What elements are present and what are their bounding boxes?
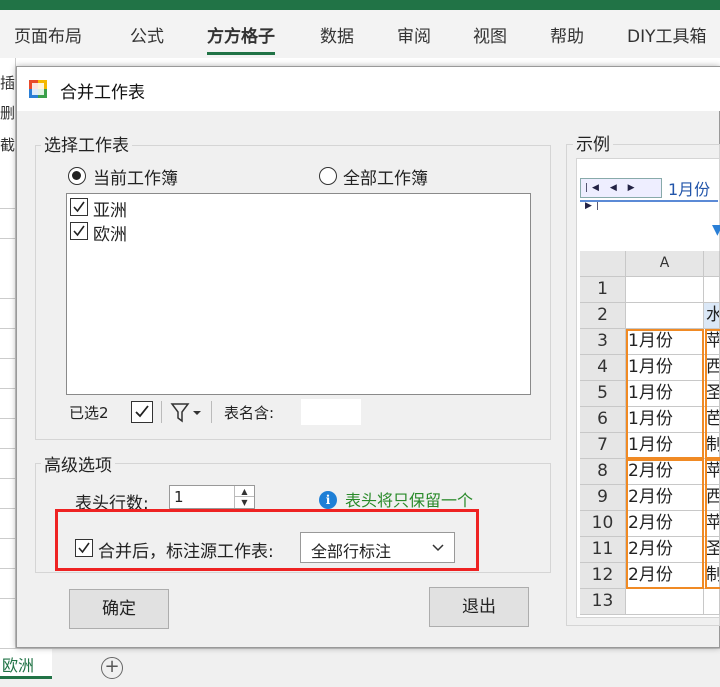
ribbon-glyph-cut: 截 [0,136,16,154]
cell-b [704,589,720,615]
row-number: 13 [580,589,626,615]
check-icon [73,225,85,237]
name-contains-label: 表名含: [224,404,275,422]
row-number: 9 [580,485,626,511]
group-outline-january [626,329,704,459]
tab-review[interactable]: 审阅 [397,22,431,47]
tab-diy-toolbox[interactable]: DIY工具箱 [627,22,707,47]
sheet-list-item-asia[interactable]: 亚洲 [93,196,127,221]
row-number: 1 [580,277,626,303]
mark-source-checkbox[interactable] [75,539,93,557]
ribbon-glyph-delete: 删 [0,104,16,122]
sheet-checkbox-asia[interactable] [70,198,88,216]
radio-current-workbook-label: 当前工作簿 [93,169,178,189]
selected-count-label: 已选2 [69,404,109,422]
check-icon [73,201,85,213]
app-icon [29,80,47,98]
column-header-b [704,251,720,277]
radio-all-workbooks[interactable] [319,167,337,185]
cell-a [626,277,704,303]
example-sheet-tab: 1月份 [668,180,711,199]
row-number: 6 [580,407,626,433]
filter-icon[interactable] [170,402,204,424]
tab-page-layout[interactable]: 页面布局 [14,22,82,47]
group-outline-february [626,459,704,589]
ribbon-glyph-insert: 插 [0,74,16,92]
sheet-nav-underline [580,200,718,202]
cursor-icon: ▼ [712,222,720,238]
chevron-down-icon [432,544,444,552]
stepper-buttons[interactable]: ▲ ▼ [234,486,254,508]
row-number: 2 [580,303,626,329]
row-number: 3 [580,329,626,355]
sheet-list[interactable]: 亚洲 欧洲 [66,193,531,395]
sheet-tab-europe[interactable]: 欧洲 [0,649,52,679]
radio-all-workbooks-label: 全部工作簿 [343,169,428,189]
header-info-text: 表头将只保留一个 [345,491,474,510]
column-header-a: A [626,251,704,277]
mark-source-label: 合并后，标注源工作表: [98,542,274,562]
group-outline-february-b [705,459,720,589]
sheet-nav-bar: |◀ ◀ ▶ ▶| 1月份 [580,176,718,211]
tab-fangfang-gezi[interactable]: 方方格子 [207,22,275,55]
select-all-checkbox-icon[interactable] [131,401,153,423]
name-contains-input[interactable] [301,399,361,425]
sheet-list-toolbar: 已选2 表名含: [66,397,531,427]
tab-help[interactable]: 帮助 [550,22,584,47]
radio-current-workbook[interactable] [68,167,86,185]
dialog-title: 合并工作表 [60,83,145,103]
ok-button[interactable]: 确定 [69,589,169,629]
tab-data[interactable]: 数据 [320,22,354,47]
row-number: 11 [580,537,626,563]
sheet-list-item-europe[interactable]: 欧洲 [93,220,127,245]
select-sheets-group-label: 选择工作表 [41,131,132,156]
stepper-down-icon[interactable]: ▼ [235,497,254,508]
tab-view[interactable]: 视图 [473,22,507,47]
cell-b: 水 [704,303,720,329]
row-number: 8 [580,459,626,485]
header-rows-stepper[interactable]: 1 ▲ ▼ [169,485,255,509]
row-number: 7 [580,433,626,459]
row-number: 10 [580,511,626,537]
cell-a [626,303,704,329]
sheet-checkbox-europe[interactable] [70,222,88,240]
sheet-tab-bar: 欧洲 + [0,648,720,687]
info-icon: i [319,491,337,509]
header-rows-value[interactable]: 1 [174,488,184,506]
tab-formulas[interactable]: 公式 [130,22,164,47]
ribbon: 页面布局 公式 方方格子 数据 审阅 视图 帮助 DIY工具箱 [0,0,720,58]
cell-a [626,589,704,615]
title-bar-strip [0,0,720,10]
dialog-titlebar: 合并工作表 [17,67,720,111]
group-outline-january-b [705,329,720,459]
add-sheet-icon[interactable]: + [101,657,123,679]
row-number: 4 [580,355,626,381]
grid-corner [580,251,626,277]
exit-button[interactable]: 退出 [429,587,529,627]
row-number: 12 [580,563,626,589]
check-icon [78,542,90,554]
advanced-options-group-label: 高级选项 [41,451,115,476]
row-number: 5 [580,381,626,407]
mark-source-dropdown[interactable]: 全部行标注 [300,532,455,563]
mark-source-selected: 全部行标注 [311,542,392,561]
sheet-nav-arrows-icon: |◀ ◀ ▶ ▶| [580,178,662,211]
cell-b [704,277,720,303]
example-group-label: 示例 [573,130,613,155]
stepper-up-icon[interactable]: ▲ [235,486,254,497]
